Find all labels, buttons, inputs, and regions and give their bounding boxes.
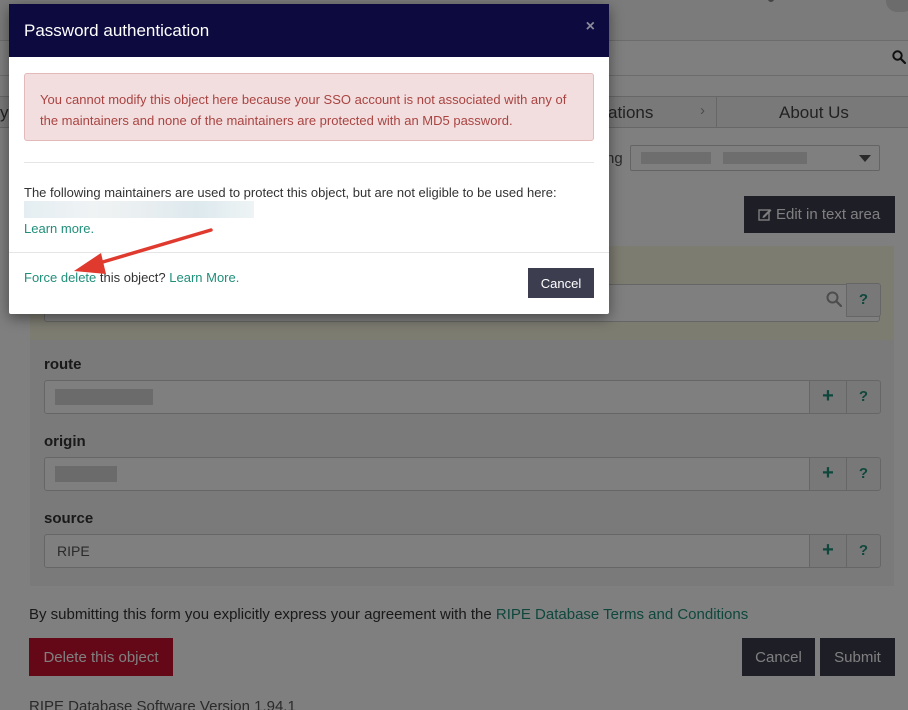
modal-title: Password authentication [24,21,210,40]
modal-header: Password authentication × [9,4,609,57]
redacted-maintainers-list [24,201,254,218]
force-delete-text: this object? [96,270,170,285]
maintainers-info-text: The following maintainers are used to pr… [24,185,557,200]
learn-more-link[interactable]: Learn more. [24,221,94,236]
close-icon[interactable]: × [586,18,595,36]
force-delete-prompt: Force delete this object? Learn More. [24,270,239,285]
learn-more-link-2[interactable]: Learn More. [169,270,239,285]
password-auth-modal: Password authentication × You cannot mod… [9,4,609,314]
force-delete-link[interactable]: Force delete [24,270,96,285]
divider [9,252,609,253]
modal-cancel-button[interactable]: Cancel [528,268,594,298]
error-alert: You cannot modify this object here becau… [24,73,594,141]
divider [24,162,594,163]
